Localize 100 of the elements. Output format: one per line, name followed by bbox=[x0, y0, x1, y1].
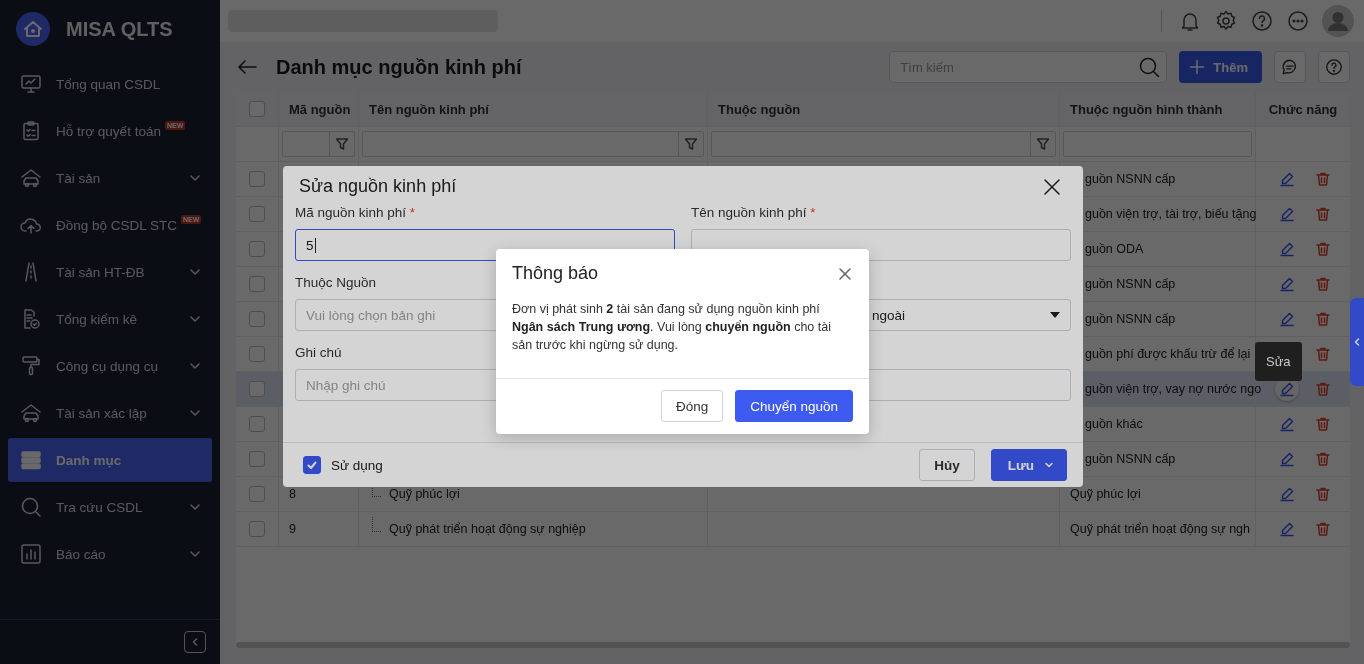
sidebar-item[interactable]: Tổng kiểm kê bbox=[8, 297, 212, 341]
checkbox[interactable] bbox=[249, 311, 265, 327]
filter-icon[interactable] bbox=[335, 137, 349, 151]
delete-button[interactable] bbox=[1315, 486, 1331, 502]
tooltip: Sửa bbox=[1255, 342, 1302, 381]
pencil-icon bbox=[1279, 276, 1295, 292]
filter-icon[interactable] bbox=[1036, 137, 1050, 151]
sidebar-item[interactable]: Tổng quan CSDL bbox=[8, 62, 212, 106]
cancel-button[interactable]: Hủy bbox=[919, 449, 975, 481]
table-cell: 8 bbox=[289, 487, 296, 501]
expand-panel-handle[interactable] bbox=[1350, 298, 1364, 386]
paint-roller-icon bbox=[20, 355, 42, 377]
checkbox[interactable] bbox=[249, 346, 265, 362]
check-icon bbox=[306, 459, 318, 471]
delete-button[interactable] bbox=[1315, 521, 1331, 537]
column-header: Thuộc nguồn hình thành bbox=[1060, 92, 1256, 126]
caret-down-icon bbox=[1050, 312, 1060, 318]
table-cell: guồn viện trợ, vay nợ nước ngo bbox=[1085, 382, 1262, 396]
pencil-icon bbox=[1279, 311, 1295, 327]
collapse-sidebar-button[interactable] bbox=[184, 631, 206, 653]
delete-button[interactable] bbox=[1315, 346, 1331, 362]
trash-icon bbox=[1315, 206, 1331, 222]
table-cell: guồn NSNN cấp bbox=[1085, 172, 1176, 186]
dialog-title: Thông báo bbox=[512, 263, 599, 284]
close-icon[interactable] bbox=[839, 267, 851, 280]
checkbox[interactable] bbox=[249, 381, 265, 397]
car-house-icon bbox=[20, 167, 42, 189]
delete-button[interactable] bbox=[1315, 416, 1331, 432]
checkbox[interactable] bbox=[249, 206, 265, 222]
trash-icon bbox=[1315, 171, 1331, 187]
table-cell: guồn NSNN cấp bbox=[1085, 312, 1176, 326]
app-name: MISA QLTS bbox=[66, 17, 173, 41]
trash-icon bbox=[1315, 276, 1331, 292]
column-header: Mã nguồn bbox=[279, 92, 359, 126]
search-icon bbox=[1138, 56, 1161, 78]
checkbox[interactable] bbox=[249, 416, 265, 432]
trash-icon bbox=[1315, 346, 1331, 362]
table-cell: guồn NSNN cấp bbox=[1085, 277, 1176, 291]
sidebar-item[interactable]: Tài sản bbox=[8, 156, 212, 200]
confirm-button[interactable]: Chuyển nguồn bbox=[735, 390, 853, 422]
required-mark: * bbox=[810, 205, 816, 220]
checkbox[interactable] bbox=[249, 101, 265, 117]
filter-icon[interactable] bbox=[684, 137, 698, 151]
trash-icon bbox=[1315, 416, 1331, 432]
table-cell: Quỹ phát triển hoạt động sự ngh bbox=[1070, 522, 1251, 536]
delete-button[interactable] bbox=[1315, 171, 1331, 187]
pencil-icon bbox=[1279, 451, 1295, 467]
chevron-left-icon bbox=[1353, 337, 1361, 347]
settings-icon[interactable] bbox=[1214, 9, 1238, 33]
trash-icon bbox=[1315, 486, 1331, 502]
field-label: Mã nguồn kinh phí bbox=[295, 205, 407, 220]
sidebar-item[interactable]: Công cụ dụng cụ bbox=[8, 344, 212, 388]
filter-field[interactable] bbox=[362, 131, 704, 157]
delete-button[interactable] bbox=[1315, 241, 1331, 257]
plus-icon bbox=[1189, 59, 1206, 75]
checkbox[interactable] bbox=[249, 171, 265, 187]
save-button[interactable]: Lưu bbox=[990, 449, 1067, 481]
checkbox[interactable] bbox=[303, 456, 321, 474]
more-icon[interactable] bbox=[1286, 9, 1310, 33]
help-icon[interactable] bbox=[1250, 9, 1274, 33]
pencil-icon bbox=[1279, 416, 1295, 432]
chevron-left-icon bbox=[190, 637, 200, 647]
delete-button[interactable] bbox=[1315, 451, 1331, 467]
help-button[interactable] bbox=[1318, 51, 1350, 83]
bar-chart-icon bbox=[20, 543, 42, 565]
checkbox[interactable] bbox=[249, 276, 265, 292]
checkbox[interactable] bbox=[249, 241, 265, 257]
checkbox[interactable] bbox=[249, 521, 265, 537]
chevron-down-icon bbox=[1044, 460, 1054, 470]
table-cell: Quỹ phát triển hoạt động sự nghiệp bbox=[389, 522, 586, 536]
checkbox[interactable] bbox=[249, 451, 265, 467]
search-icon bbox=[20, 496, 42, 518]
sidebar-item[interactable]: Báo cáo bbox=[8, 532, 212, 576]
sidebar-item[interactable]: Tra cứu CSDL bbox=[8, 485, 212, 529]
add-button[interactable]: Thêm bbox=[1179, 51, 1262, 83]
close-icon[interactable] bbox=[1043, 177, 1061, 196]
sidebar-item[interactable]: Tài sản HT-ĐB bbox=[8, 250, 212, 294]
filter-field[interactable] bbox=[711, 131, 1056, 157]
tree-line bbox=[372, 516, 381, 532]
table-cell: guồn ODA bbox=[1085, 242, 1144, 256]
filter-field[interactable] bbox=[282, 131, 355, 157]
close-button[interactable]: Đóng bbox=[660, 390, 724, 422]
pencil-icon bbox=[1279, 381, 1295, 397]
clipboard-icon bbox=[20, 120, 42, 142]
comment-button[interactable] bbox=[1274, 51, 1306, 83]
delete-button[interactable] bbox=[1315, 276, 1331, 292]
speech-bubble-icon bbox=[1281, 57, 1299, 77]
table-cell: guồn NSNN cấp bbox=[1085, 452, 1176, 466]
checkbox[interactable] bbox=[249, 486, 265, 502]
sidebar-item[interactable]: Danh mục bbox=[8, 438, 212, 482]
delete-button[interactable] bbox=[1315, 311, 1331, 327]
dialog-title: Sửa nguồn kinh phí bbox=[299, 176, 457, 197]
delete-button[interactable] bbox=[1315, 206, 1331, 222]
delete-button[interactable] bbox=[1315, 381, 1331, 397]
avatar-icon[interactable] bbox=[1322, 5, 1354, 37]
table-row[interactable]: 9 Quỹ phát triển hoạt động sự nghiệp Quỹ phát triển hoạt động sự ngh bbox=[236, 512, 1350, 547]
table-cell: guồn phí được khấu trừ để lại bbox=[1085, 347, 1251, 361]
house-logo-icon bbox=[16, 12, 50, 46]
sidebar-item[interactable]: Tài sản xác lập bbox=[8, 391, 212, 435]
help-icon bbox=[1325, 57, 1343, 77]
